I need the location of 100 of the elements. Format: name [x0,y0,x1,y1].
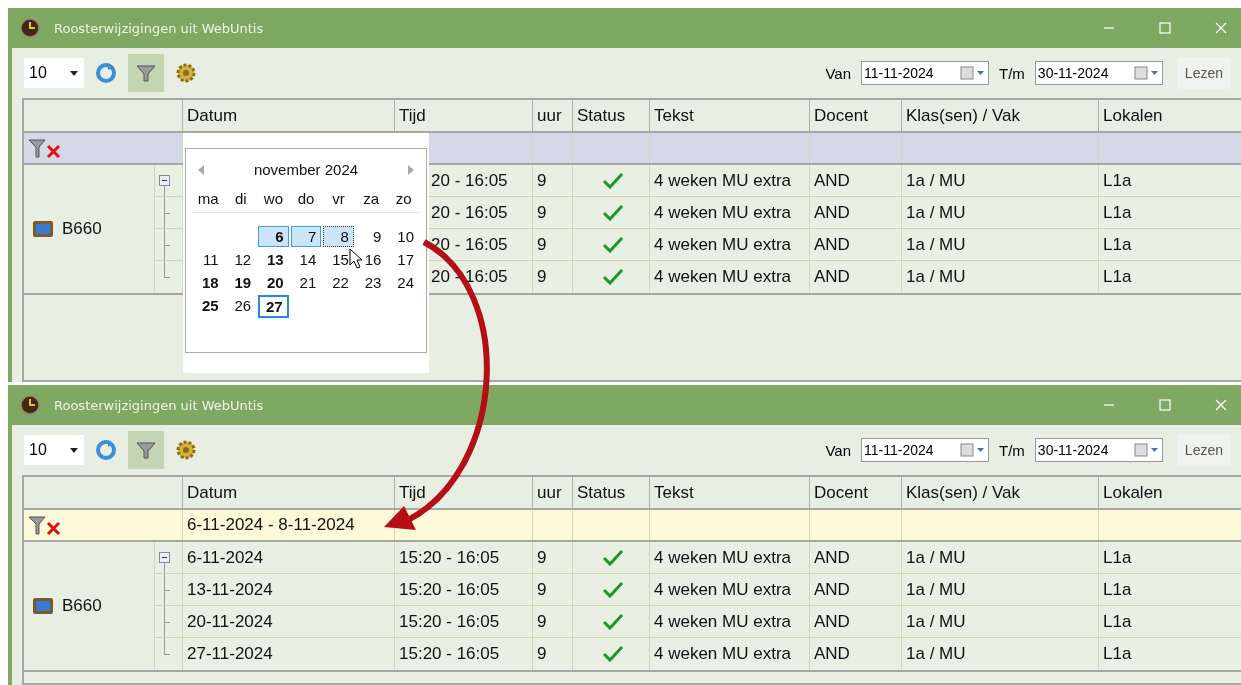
clock-icon [20,395,40,415]
refresh-icon[interactable] [94,61,118,85]
class-subject-cell: 1a / MU [906,267,966,287]
from-date-field[interactable]: 11-11-2024 [861,61,989,85]
filter-icon [135,439,157,461]
class-subject-cell: 1a / MU [906,202,966,223]
column-header[interactable]: Tekst [654,482,694,503]
period-cell: 9 [537,267,547,287]
calendar-day[interactable]: 19 [225,272,257,293]
to-date-field[interactable]: 30-11-2024 [1034,438,1163,462]
text-cell: 4 weken MU extra [654,170,791,191]
calendar-day[interactable]: 18 [193,272,224,293]
refresh-icon[interactable] [94,438,118,462]
calendar-day[interactable]: 9 [355,226,387,247]
to-label: T/m [999,441,1025,459]
mouse-pointer-icon [349,248,363,270]
column-header[interactable]: Status [577,105,626,126]
calendar-day[interactable]: 23 [355,272,387,293]
calendar-day[interactable]: 10 [388,226,419,247]
room-cell: L1a [1103,644,1132,664]
calendar-day[interactable]: 27 [258,295,289,318]
clear-filter-icon[interactable] [28,137,62,159]
room-cell: L1a [1103,202,1132,223]
text-cell: 4 weken MU extra [654,547,791,568]
to-date-field[interactable]: 30-11-2024 [1034,61,1163,85]
group-label: B660 [62,219,102,239]
column-header[interactable]: uur [537,105,562,126]
teacher-cell: AND [814,202,850,223]
window-title: Roosterwijzigingen uit WebUntis [54,20,264,36]
calendar-icon [960,442,986,458]
from-label: Van [825,441,851,459]
text-cell: 4 weken MU extra [654,611,791,632]
calendar-day[interactable]: 8 [323,226,354,247]
calendar-day[interactable]: 22 [323,272,354,293]
filter-button[interactable] [128,431,164,469]
column-header[interactable]: Tijd [399,105,426,126]
column-header[interactable]: Datum [187,482,238,503]
period-cell: 9 [537,170,547,191]
table-row[interactable]: 13-11-2024 15:20 - 16:05 9 4 weken MU extra AND 1a / MU L1a [155,574,1241,606]
date-cell: 20-11-2024 [187,611,273,632]
teacher-cell: AND [814,170,850,191]
page-size-dropdown[interactable]: 10 [24,435,84,465]
room-cell: L1a [1103,234,1132,255]
date-cell: 13-11-2024 [187,579,273,600]
gear-icon[interactable] [174,61,198,85]
room-cell: L1a [1103,267,1132,287]
read-button[interactable]: Lezen [1176,434,1231,466]
next-month-icon[interactable] [408,164,414,175]
class-subject-cell: 1a / MU [906,611,966,632]
column-header[interactable]: Tijd [399,482,426,503]
page-size-dropdown[interactable]: 10 [24,58,84,88]
table-row[interactable]: 6-11-2024 15:20 - 16:05 9 4 weken MU extra AND 1a / MU L1a [155,542,1241,574]
from-date-field[interactable]: 11-11-2024 [861,438,989,462]
column-header[interactable]: Lokalen [1103,105,1163,126]
column-header[interactable]: Docent [814,105,868,126]
calendar-day[interactable]: 6 [258,226,289,247]
clock-icon [20,18,40,38]
previous-month-icon[interactable] [198,164,204,175]
period-cell: 9 [537,579,547,600]
expander-icon[interactable] [159,175,170,186]
maximize-icon[interactable] [1159,399,1171,411]
clear-filter-icon[interactable] [28,514,62,536]
calendar-icon [1133,65,1160,81]
text-cell: 4 weken MU extra [654,202,791,223]
calendar-day[interactable]: 7 [290,226,322,247]
read-button[interactable]: Lezen [1176,57,1231,89]
expander-icon[interactable] [159,552,170,563]
time-cell: 20 - 16:05 [431,202,508,223]
class-subject-cell: 1a / MU [906,547,966,568]
period-cell: 9 [537,644,547,664]
filter-button[interactable] [128,54,164,92]
period-cell: 9 [537,611,547,632]
column-header[interactable]: Tekst [654,105,694,126]
filter-value[interactable]: 6-11-2024 - 8-11-2024 [187,515,355,535]
period-cell: 9 [537,234,547,255]
column-header[interactable]: Klas(sen) / Vak [906,482,1020,503]
text-cell: 4 weken MU extra [654,267,791,287]
calendar-day[interactable]: 20 [258,272,289,293]
close-icon[interactable] [1215,399,1227,411]
time-cell: 20 - 16:05 [431,267,508,287]
column-header[interactable]: Docent [814,482,868,503]
table-row[interactable]: 20-11-2024 15:20 - 16:05 9 4 weken MU extra AND 1a / MU L1a [155,606,1241,638]
close-icon[interactable] [1215,22,1227,34]
column-header[interactable]: Lokalen [1103,482,1163,503]
column-header[interactable]: Status [577,482,626,503]
calendar-day[interactable]: 25 [193,295,224,318]
calendar-day[interactable]: 24 [388,272,419,293]
from-label: Van [825,64,851,82]
gear-icon[interactable] [174,438,198,462]
calendar-day[interactable]: 26 [225,295,257,318]
column-header[interactable]: uur [537,482,562,503]
time-cell: 15:20 - 16:05 [399,547,500,568]
filter-icon [135,62,157,84]
calendar-day[interactable]: 21 [290,272,322,293]
time-cell: 15:20 - 16:05 [399,611,500,632]
time-cell: 15:20 - 16:05 [399,579,500,600]
column-header[interactable]: Datum [187,105,238,126]
teacher-cell: AND [814,267,850,287]
column-header[interactable]: Klas(sen) / Vak [906,105,1020,126]
maximize-icon[interactable] [1159,22,1171,34]
